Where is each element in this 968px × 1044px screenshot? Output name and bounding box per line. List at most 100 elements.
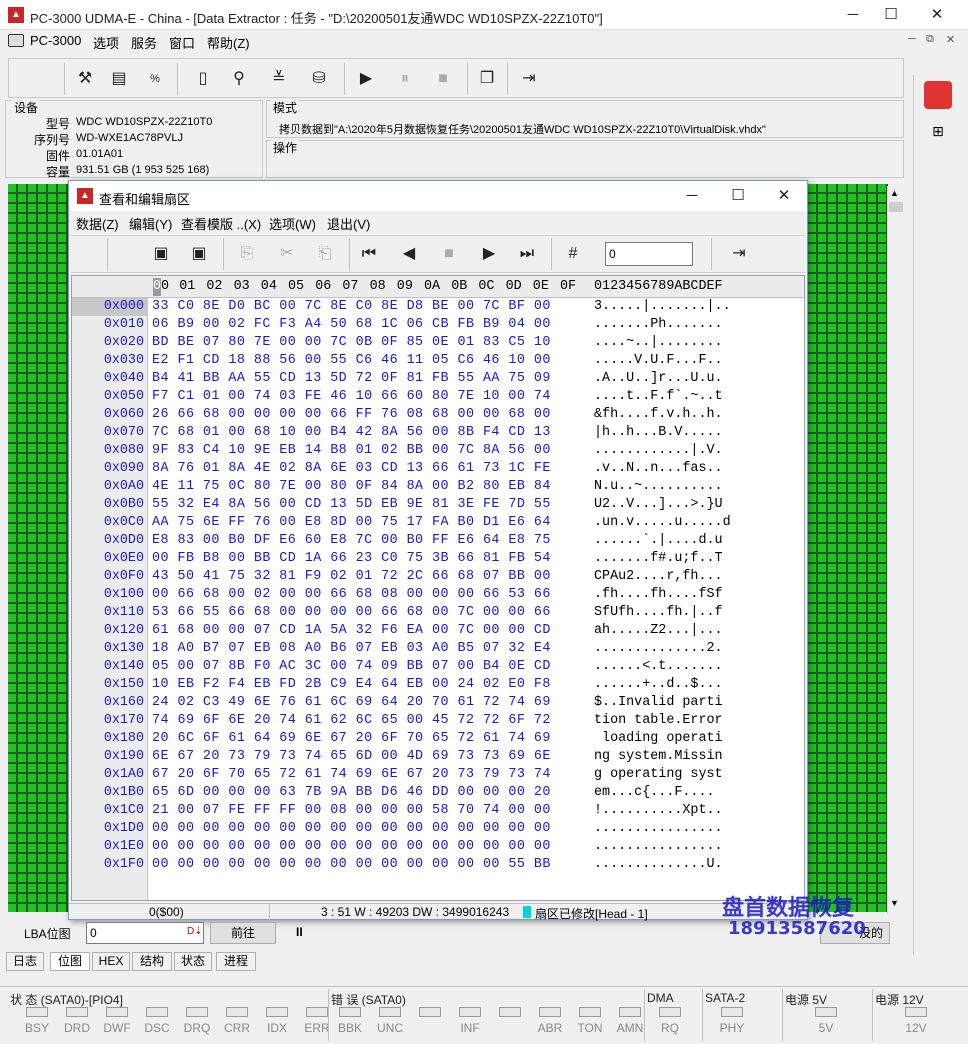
write-sector-icon[interactable]: ▣ [185, 240, 213, 268]
tools-icon[interactable]: ⚒ [71, 65, 99, 93]
stop-icon[interactable]: ■ [429, 65, 457, 93]
row-ascii[interactable]: $..Invalid parti [594, 694, 723, 712]
first-sector-icon[interactable]: ⏮ [355, 240, 383, 268]
close-button[interactable]: ✕ [914, 0, 960, 30]
block-map-scrollbar[interactable]: ▲ ▼ [887, 186, 904, 914]
percent-icon[interactable]: % [141, 65, 169, 93]
copy-sector-icon[interactable]: ≚ [265, 65, 293, 93]
row-hex-bytes[interactable]: 4E 11 75 0C 80 7E 00 80 0F 84 8A 00 B2 8… [152, 478, 551, 496]
binoculars-icon[interactable]: ⚲ [225, 65, 253, 93]
copy-icon[interactable]: ⎘ [233, 240, 261, 268]
row-hex-bytes[interactable]: F7 C1 01 00 74 03 FE 46 10 66 60 80 7E 1… [152, 388, 551, 406]
row-ascii[interactable]: |h..h...B.V..... [594, 424, 723, 442]
row-hex-bytes[interactable]: 43 50 41 75 32 81 F9 02 01 72 2C 66 68 0… [152, 568, 551, 586]
row-ascii[interactable]: .....V.U.F...F.. [594, 352, 723, 370]
row-hex-bytes[interactable]: 05 00 07 8B F0 AC 3C 00 74 09 BB 07 00 B… [152, 658, 551, 676]
database-icon[interactable] [924, 81, 952, 109]
tab-hex[interactable]: HEX [92, 952, 130, 971]
mdi-close-button[interactable]: ✕ [946, 33, 955, 46]
scroll-thumb[interactable] [889, 202, 903, 212]
dialog-close-button[interactable]: ✕ [761, 181, 807, 211]
row-hex-bytes[interactable]: 00 00 00 00 00 00 00 00 00 00 00 00 00 0… [152, 820, 551, 838]
dialog-menu-data[interactable]: 数据(Z) [76, 214, 119, 233]
row-hex-bytes[interactable]: 18 A0 B7 07 EB 08 A0 B6 07 EB 03 A0 B5 0… [152, 640, 551, 658]
row-hex-bytes[interactable]: 33 C0 8E D0 BC 00 7C 8E C0 8E D8 BE 00 7… [152, 298, 551, 316]
dialog-menu-options[interactable]: 选项(W) [269, 214, 316, 233]
row-hex-bytes[interactable]: BD BE 07 80 7E 00 00 7C 0B 0F 85 0E 01 8… [152, 334, 551, 352]
cut-icon[interactable]: ✂ [273, 240, 301, 268]
pause-icon[interactable]: ⏸ [391, 65, 419, 93]
row-ascii[interactable]: ............|.V. [594, 442, 723, 460]
pause-button[interactable]: II [296, 925, 303, 939]
menu-pc3000[interactable]: PC-3000 [30, 33, 81, 48]
row-ascii[interactable]: ng system.Missin [594, 748, 723, 766]
row-ascii[interactable]: ..............2. [594, 640, 723, 658]
row-hex-bytes[interactable]: 9F 83 C4 10 9E EB 14 B8 01 02 BB 00 7C 8… [152, 442, 551, 460]
prev-sector-icon[interactable]: ◀ [395, 240, 423, 268]
row-hex-bytes[interactable]: 06 B9 00 02 FC F3 A4 50 68 1C 06 CB FB B… [152, 316, 551, 334]
windows-icon[interactable]: ❐ [473, 65, 501, 93]
scroll-up-icon[interactable]: ▲ [890, 188, 899, 198]
row-ascii[interactable]: ..............U. [594, 856, 723, 874]
lba-dropdown-icon[interactable]: D⇣ [187, 926, 203, 937]
row-hex-bytes[interactable]: 00 00 00 00 00 00 00 00 00 00 00 00 00 0… [152, 856, 551, 874]
mdi-minimize-button[interactable]: ─ [908, 33, 916, 45]
row-ascii[interactable]: ......`.|....d.u [594, 532, 723, 550]
row-ascii[interactable]: .v..N..n...fas.. [594, 460, 723, 478]
mdi-restore-button[interactable]: ⧉ [926, 33, 934, 46]
row-ascii[interactable]: SfUfh....fh.|..f [594, 604, 723, 622]
row-hex-bytes[interactable]: 53 66 55 66 68 00 00 00 00 66 68 00 7C 0… [152, 604, 551, 622]
disk-arrow-icon[interactable]: ⛁ [305, 65, 333, 93]
dialog-menu-view-template[interactable]: 查看模版 ..(X) [181, 214, 261, 233]
next-sector-icon[interactable]: ▶ [475, 240, 503, 268]
row-ascii[interactable]: .A..U..]r...U.u. [594, 370, 723, 388]
tab-process[interactable]: 进程 [216, 952, 256, 971]
goto-hash-icon[interactable]: # [559, 240, 587, 268]
paste-icon[interactable]: ⎗ [311, 240, 339, 268]
row-ascii[interactable]: ................ [594, 820, 723, 838]
exit-icon[interactable]: ⇥ [515, 65, 543, 93]
row-hex-bytes[interactable]: 65 6D 00 00 00 63 7B 9A BB D6 46 DD 00 0… [152, 784, 551, 802]
dialog-menu-edit[interactable]: 编辑(Y) [129, 214, 172, 233]
row-ascii[interactable]: ......+..d..$... [594, 676, 723, 694]
row-hex-bytes[interactable]: 00 66 68 00 02 00 00 66 68 08 00 00 00 6… [152, 586, 551, 604]
row-hex-bytes[interactable]: 61 68 00 00 07 CD 1A 5A 32 F6 EA 00 7C 0… [152, 622, 551, 640]
exit-icon[interactable]: ⇥ [725, 240, 753, 268]
row-hex-bytes[interactable]: B4 41 BB AA 55 CD 13 5D 72 0F 81 FB 55 A… [152, 370, 551, 388]
tab-log[interactable]: 日志 [6, 952, 44, 971]
dialog-minimize-button[interactable]: ─ [669, 181, 715, 211]
row-ascii[interactable]: U2..V...]...>.}U [594, 496, 723, 514]
menu-window[interactable]: 窗口 [169, 33, 195, 52]
row-hex-bytes[interactable]: 67 20 6F 70 65 72 61 74 69 6E 67 20 73 7… [152, 766, 551, 784]
row-ascii[interactable]: tion table.Error [594, 712, 723, 730]
goto-button[interactable]: 前往 [210, 922, 276, 944]
row-hex-bytes[interactable]: 10 EB F2 F4 EB FD 2B C9 E4 64 EB 00 24 0… [152, 676, 551, 694]
row-ascii[interactable]: g operating syst [594, 766, 723, 784]
row-ascii[interactable]: ................ [594, 838, 723, 856]
tab-bitmap[interactable]: 位图 [50, 952, 90, 971]
menu-help[interactable]: 帮助(Z) [207, 33, 250, 52]
scroll-down-icon[interactable]: ▼ [890, 898, 899, 908]
dialog-maximize-button[interactable]: ☐ [715, 181, 761, 211]
dialog-menu-exit[interactable]: 退出(V) [327, 214, 370, 233]
row-ascii[interactable]: loading operati [594, 730, 723, 748]
lba-input[interactable]: 0 D⇣ [86, 922, 204, 944]
row-hex-bytes[interactable]: AA 75 6E FF 76 00 E8 8D 00 75 17 FA B0 D… [152, 514, 551, 532]
row-ascii[interactable]: CPAu2....r,fh... [594, 568, 723, 586]
row-ascii[interactable]: 3.....|.......|.. [594, 298, 731, 316]
maximize-button[interactable]: ☐ [868, 0, 914, 30]
stop-icon[interactable]: ■ [435, 240, 463, 268]
row-hex-bytes[interactable]: E8 83 00 B0 DF E6 60 E8 7C 00 B0 FF E6 6… [152, 532, 551, 550]
row-hex-bytes[interactable]: 6E 67 20 73 79 73 74 65 6D 00 4D 69 73 7… [152, 748, 551, 766]
row-ascii[interactable]: N.u..~.......... [594, 478, 723, 496]
row-hex-bytes[interactable]: 00 00 00 00 00 00 00 00 00 00 00 00 00 0… [152, 838, 551, 856]
row-hex-bytes[interactable]: 55 32 E4 8A 56 00 CD 13 5D EB 9E 81 3E F… [152, 496, 551, 514]
row-hex-bytes[interactable]: E2 F1 CD 18 88 56 00 55 C6 46 11 05 C6 4… [152, 352, 551, 370]
row-ascii[interactable]: ....~..|........ [594, 334, 723, 352]
tab-status[interactable]: 状态 [174, 952, 212, 971]
row-ascii[interactable]: !..........Xpt.. [594, 802, 723, 820]
row-ascii[interactable]: .un.v.....u.....d [594, 514, 731, 532]
hex-view[interactable]: 0 01 02 03 04 05 06 07 08 09 0A 0B 0C 0D 0E 0F 0 01234567… [71, 275, 805, 901]
menu-options[interactable]: 选项 [93, 33, 119, 52]
row-hex-bytes[interactable]: 74 69 6F 6E 20 74 61 62 6C 65 00 45 72 7… [152, 712, 551, 730]
